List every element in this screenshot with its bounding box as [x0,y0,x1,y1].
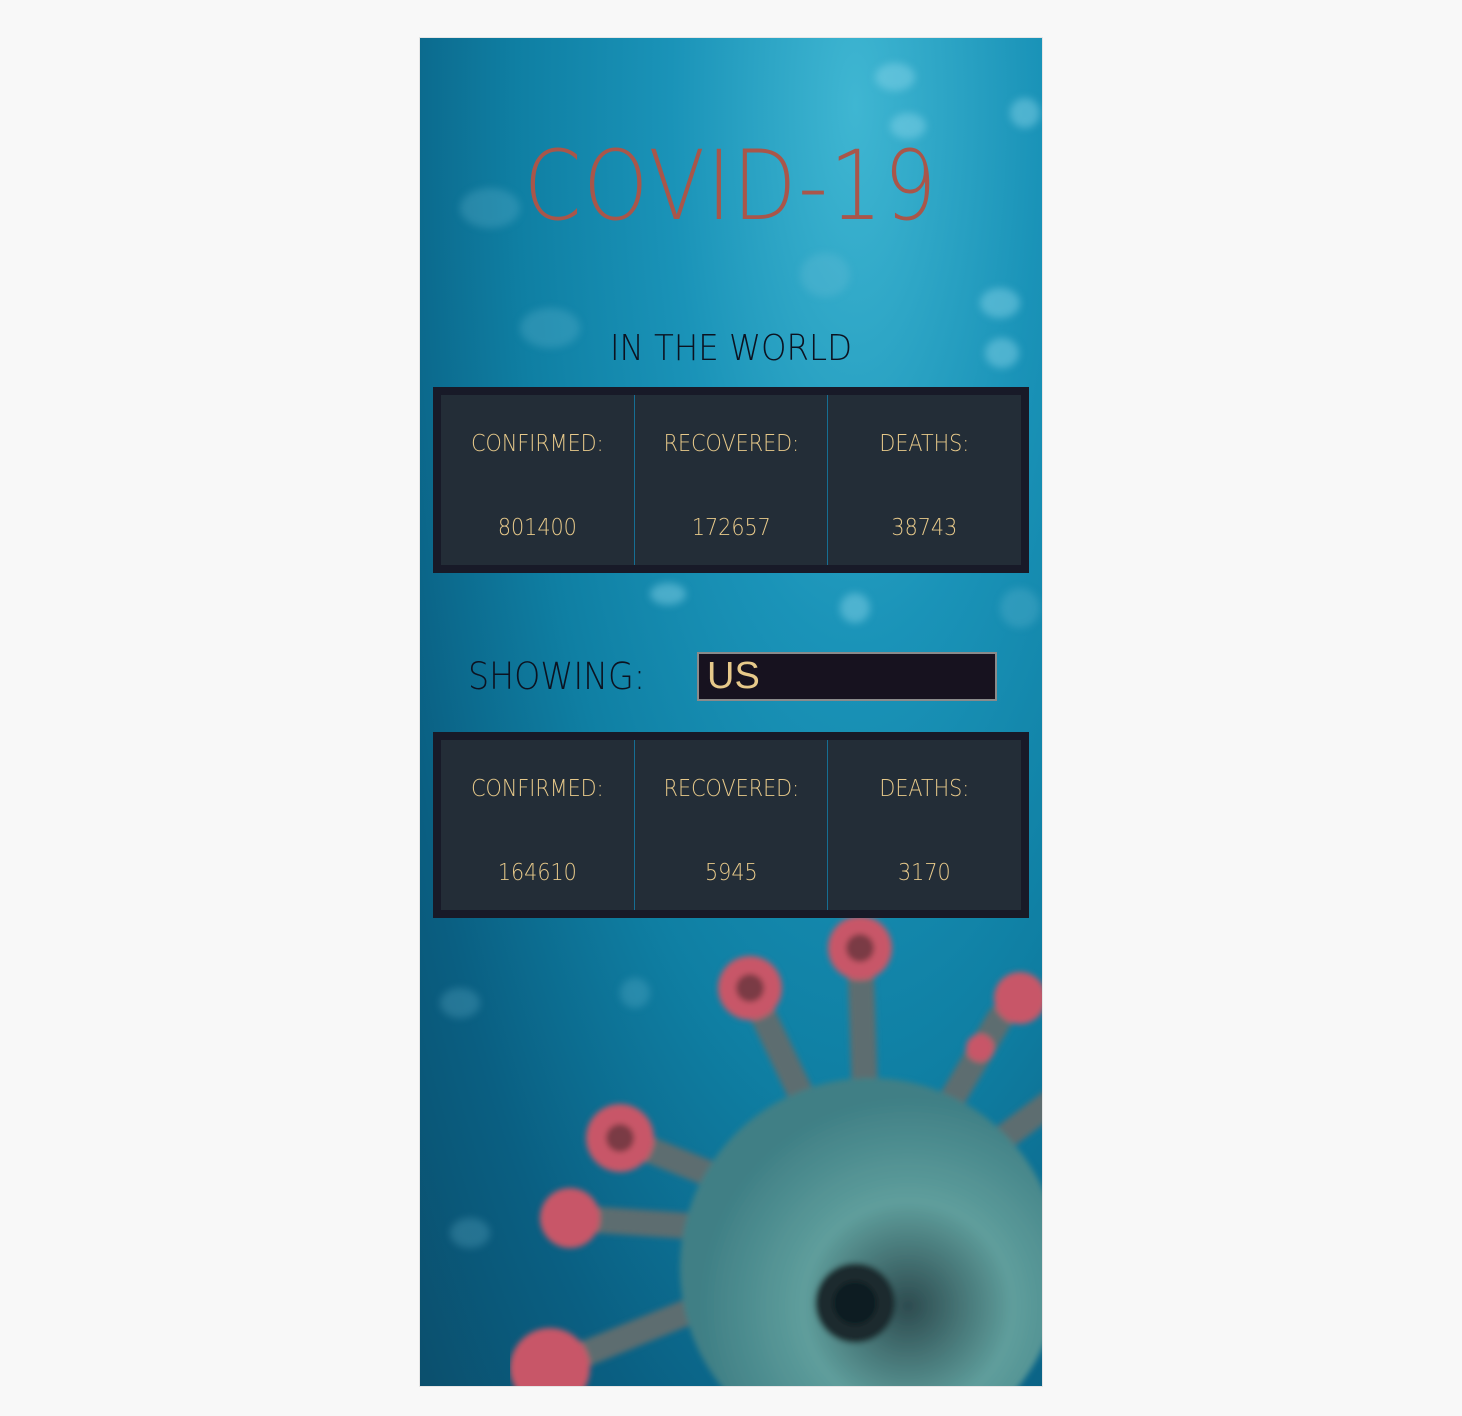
world-deaths-stat: DEATHS: 38743 [827,395,1021,565]
world-confirmed-stat: CONFIRMED: 801400 [441,395,634,565]
deaths-label: DEATHS: [879,776,970,802]
recovered-label: RECOVERED: [663,431,799,457]
country-input[interactable] [697,652,997,701]
recovered-value: 172657 [691,515,771,541]
confirmed-label: CONFIRMED: [471,776,604,802]
world-recovered-stat: RECOVERED: 172657 [633,395,828,565]
confirmed-value: 164610 [497,860,577,886]
country-recovered-stat: RECOVERED: 5945 [633,740,828,910]
recovered-value: 5945 [704,860,758,886]
world-heading: IN THE WORLD [609,328,853,369]
country-confirmed-stat: CONFIRMED: 164610 [441,740,634,910]
recovered-label: RECOVERED: [663,776,799,802]
country-deaths-stat: DEATHS: 3170 [827,740,1021,910]
country-stats-panel: CONFIRMED: 164610 RECOVERED: 5945 DEATHS… [433,732,1029,918]
virus-illustration-icon [510,916,1042,1386]
confirmed-value: 801400 [497,515,577,541]
world-stats-panel: CONFIRMED: 801400 RECOVERED: 172657 DEAT… [433,387,1029,573]
page-title: COVID-19 [523,130,939,242]
app-screen: COVID-19 IN THE WORLD CONFIRMED: 801400 … [420,38,1042,1386]
deaths-label: DEATHS: [879,431,970,457]
confirmed-label: CONFIRMED: [471,431,604,457]
deaths-value: 38743 [891,515,958,541]
deaths-value: 3170 [898,860,952,886]
showing-label: SHOWING: [468,655,646,698]
